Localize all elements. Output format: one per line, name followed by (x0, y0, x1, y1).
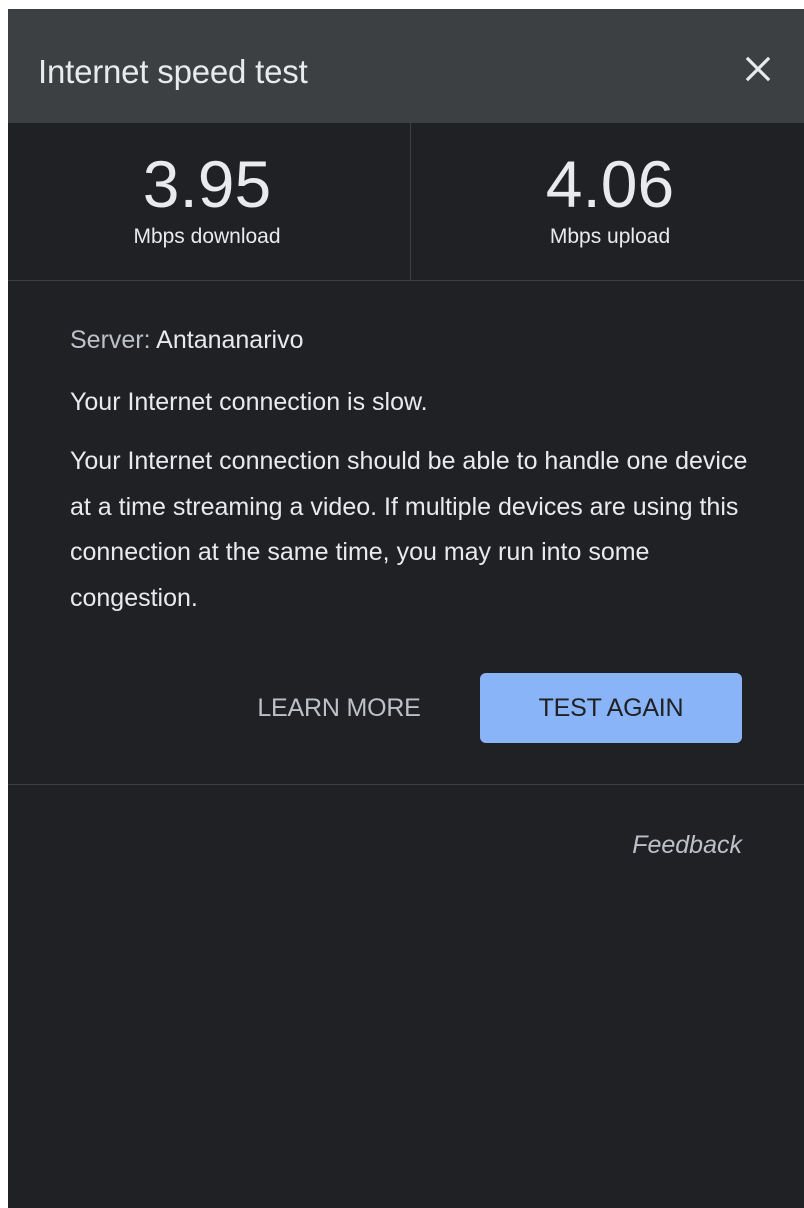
upload-value: 4.06 (545, 147, 675, 221)
test-again-button[interactable]: TEST AGAIN (480, 673, 742, 743)
header: Internet speed test (8, 9, 804, 123)
upload-label: Mbps upload (549, 225, 671, 248)
close-button[interactable] (738, 49, 778, 89)
footer-divider (8, 784, 804, 785)
download-stat: 3.95 Mbps download (8, 123, 406, 280)
connection-description: Your Internet connection should be able … (70, 447, 748, 612)
connection-status: Your Internet connection is slow. (70, 388, 428, 416)
server-label: Server: (70, 326, 151, 354)
learn-more-button[interactable]: LEARN MORE (234, 673, 444, 743)
actions-row: LEARN MORE TEST AGAIN (8, 673, 804, 743)
upload-stat: 4.06 Mbps upload (411, 123, 804, 280)
close-icon (745, 56, 771, 82)
header-title: Internet speed test (38, 53, 308, 90)
feedback-link[interactable]: Feedback (632, 831, 742, 860)
speed-test-panel: Internet speed test 3.95 Mbps download 4… (8, 9, 804, 1208)
speed-results: 3.95 Mbps download 4.06 Mbps upload (8, 123, 804, 281)
server-line: Server: Antananarivo (70, 321, 750, 359)
details-section: Server: Antananarivo Your Internet conne… (70, 321, 750, 621)
download-value: 3.95 (142, 147, 272, 221)
download-label: Mbps download (133, 225, 281, 248)
server-value: Antananarivo (156, 326, 304, 354)
